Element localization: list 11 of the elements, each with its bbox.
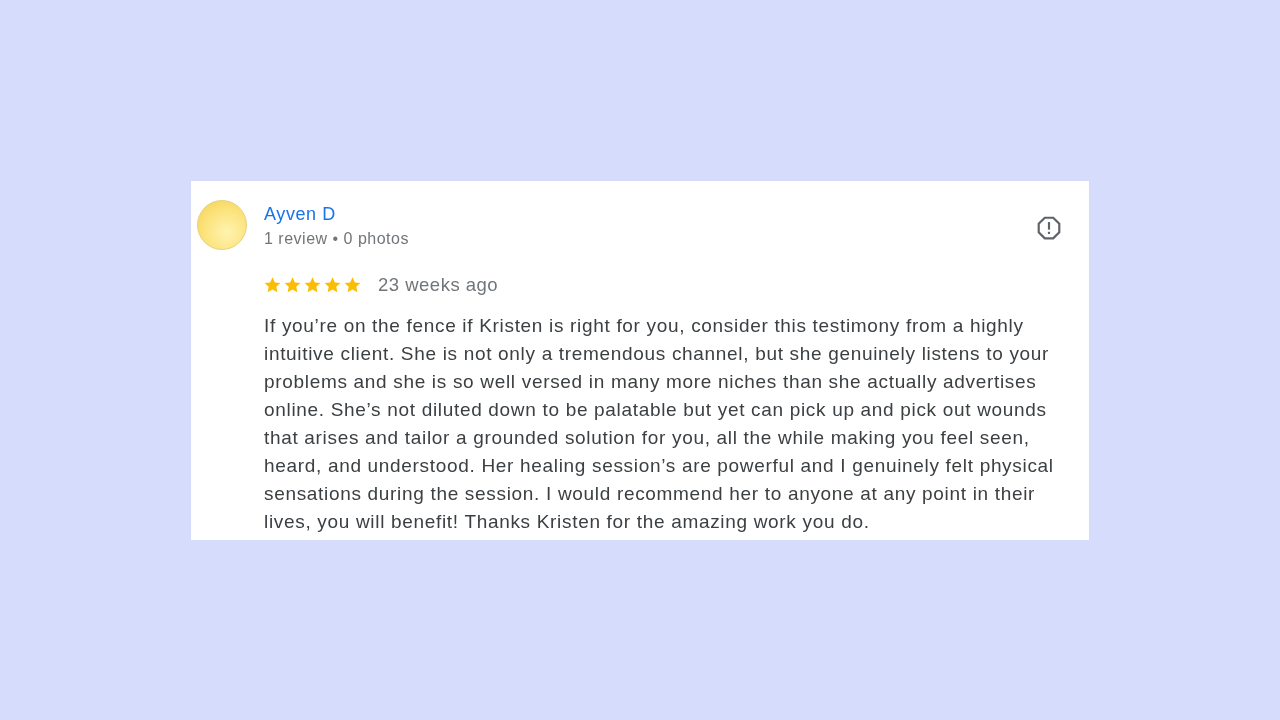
star-icon (344, 276, 361, 293)
star-icon (304, 276, 321, 293)
star-icon (264, 276, 281, 293)
author-link[interactable]: Ayven D (264, 201, 336, 226)
report-icon[interactable] (1036, 214, 1062, 241)
reviewer-meta: 1 review • 0 photos (264, 228, 409, 249)
review-text: If you’re on the fence if Kristen is right for you, consider this testimony from a highly intuitive client. She is not only a tremendous channel, but she genuinely listens to your problems and she is so well versed in many more niches than she actually advertises online. She’s not diluted down to be palatable but yet can pick up and pick out wounds that arises and tailor a grounded solution for you, all the while making you feel seen, heard, and understood. Her healing session’s are powerful and I genuinely felt physical sensations during the session. I would recommend her to anyone at any point in their lives, you will benefit! Thanks Kristen for the amazing work you do. (264, 313, 1055, 534)
avatar-icon (197, 199, 247, 250)
star-icon (324, 276, 341, 293)
star-icon (284, 276, 301, 293)
review-time: 23 weeks ago (378, 272, 499, 297)
